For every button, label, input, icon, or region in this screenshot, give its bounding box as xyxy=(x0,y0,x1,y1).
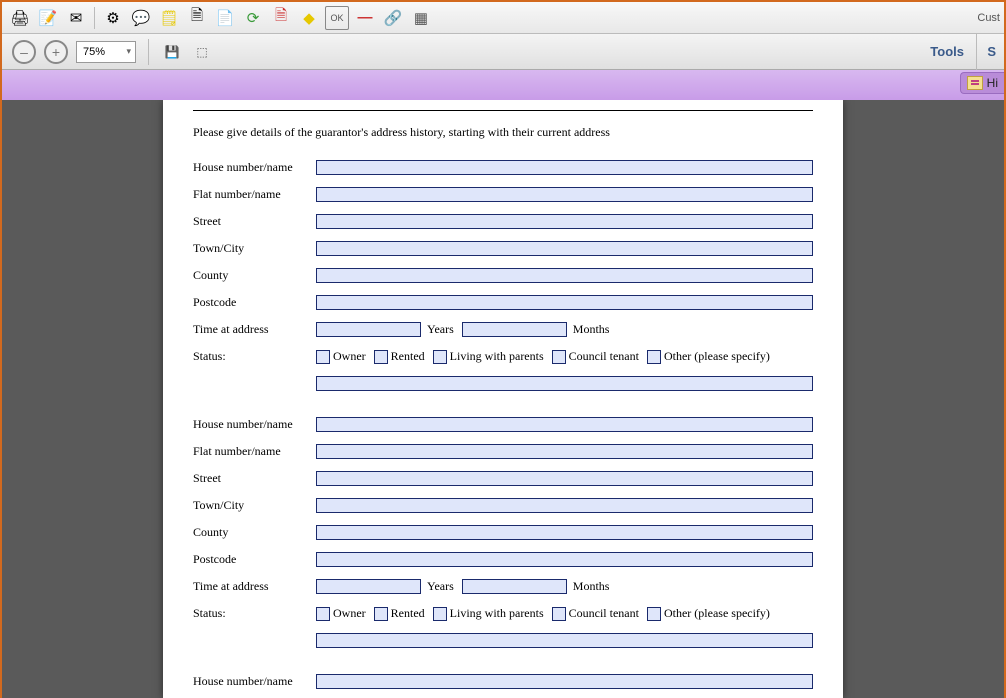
label-months-2: Months xyxy=(573,579,610,594)
opt-living: Living with parents xyxy=(450,349,544,364)
edit-icon[interactable]: 📝 xyxy=(36,6,60,30)
label-flat-2: Flat number/name xyxy=(193,444,316,459)
field-street-2[interactable] xyxy=(316,471,813,486)
field-other-specify-2[interactable] xyxy=(316,633,813,648)
label-town-2: Town/City xyxy=(193,498,316,513)
label-town: Town/City xyxy=(193,241,316,256)
field-months-2[interactable] xyxy=(462,579,567,594)
field-flat-2[interactable] xyxy=(316,444,813,459)
diamond-icon[interactable]: ◆ xyxy=(297,6,321,30)
checkbox-rented-1[interactable] xyxy=(374,350,388,364)
label-status-2: Status: xyxy=(193,606,316,621)
print-icon[interactable]: 🖨 xyxy=(8,6,32,30)
customize-label[interactable]: Cust xyxy=(977,12,1000,24)
highlight-icon xyxy=(967,76,983,90)
gear-icon[interactable]: ⚙ xyxy=(101,6,125,30)
field-months-1[interactable] xyxy=(462,322,567,337)
label-status: Status: xyxy=(193,349,316,364)
zoom-in-button[interactable]: + xyxy=(44,40,68,64)
document-viewer[interactable]: Please give details of the guarantor's a… xyxy=(2,100,1004,698)
label-county: County xyxy=(193,268,316,283)
checkbox-other-1[interactable] xyxy=(647,350,661,364)
opt-rented: Rented xyxy=(391,349,425,364)
label-time-2: Time at address xyxy=(193,579,316,594)
checkbox-owner-2[interactable] xyxy=(316,607,330,621)
message-bar: Hi xyxy=(2,70,1004,100)
highlight-label: Hi xyxy=(987,76,998,90)
checkbox-other-2[interactable] xyxy=(647,607,661,621)
pages-icon[interactable]: 📄 xyxy=(213,6,237,30)
opt-council: Council tenant xyxy=(569,349,639,364)
label-street: Street xyxy=(193,214,316,229)
opt-owner-2: Owner xyxy=(333,606,366,621)
minus-icon[interactable]: — xyxy=(353,6,377,30)
link-icon[interactable]: 🔗 xyxy=(381,6,405,30)
field-postcode-1[interactable] xyxy=(316,295,813,310)
field-county-2[interactable] xyxy=(316,525,813,540)
page-fit-icon[interactable]: ⬚ xyxy=(191,41,213,63)
field-years-1[interactable] xyxy=(316,322,421,337)
field-town-2[interactable] xyxy=(316,498,813,513)
comment-icon[interactable]: 💬 xyxy=(129,6,153,30)
zoom-value: 75% xyxy=(83,46,105,58)
field-house-2[interactable] xyxy=(316,417,813,432)
label-postcode: Postcode xyxy=(193,295,316,310)
opt-owner: Owner xyxy=(333,349,366,364)
sign-menu[interactable]: S xyxy=(976,34,996,70)
field-postcode-2[interactable] xyxy=(316,552,813,567)
refresh-icon[interactable]: ⟳ xyxy=(241,6,265,30)
field-years-2[interactable] xyxy=(316,579,421,594)
sub-toolbar: – + 75% 💾 ⬚ Tools S xyxy=(2,34,1004,70)
delete-page-icon[interactable]: 🗎 xyxy=(185,6,209,30)
table-icon[interactable]: ▦ xyxy=(409,6,433,30)
save-icon[interactable]: 💾 xyxy=(161,41,183,63)
zoom-out-button[interactable]: – xyxy=(12,40,36,64)
highlight-tab[interactable]: Hi xyxy=(960,72,1004,94)
main-toolbar: 🖨 📝 ✉ ⚙ 💬 🗒 🗎 📄 ⟳ 🗎 ◆ OK — 🔗 ▦ Cust xyxy=(2,2,1004,34)
pdf-page: Please give details of the guarantor's a… xyxy=(163,100,843,698)
opt-other: Other (please specify) xyxy=(664,349,770,364)
field-county-1[interactable] xyxy=(316,268,813,283)
field-house-1[interactable] xyxy=(316,160,813,175)
field-other-specify-1[interactable] xyxy=(316,376,813,391)
field-flat-1[interactable] xyxy=(316,187,813,202)
opt-council-2: Council tenant xyxy=(569,606,639,621)
opt-rented-2: Rented xyxy=(391,606,425,621)
tools-menu[interactable]: Tools xyxy=(930,44,964,59)
zoom-select[interactable]: 75% xyxy=(76,41,136,63)
label-months: Months xyxy=(573,322,610,337)
opt-living-2: Living with parents xyxy=(450,606,544,621)
checkbox-living-1[interactable] xyxy=(433,350,447,364)
checkbox-owner-1[interactable] xyxy=(316,350,330,364)
edit-form-icon[interactable]: 🗎 xyxy=(269,6,293,30)
intro-text: Please give details of the guarantor's a… xyxy=(193,125,813,140)
checkbox-living-2[interactable] xyxy=(433,607,447,621)
opt-other-2: Other (please specify) xyxy=(664,606,770,621)
label-postcode-2: Postcode xyxy=(193,552,316,567)
label-county-2: County xyxy=(193,525,316,540)
checkbox-rented-2[interactable] xyxy=(374,607,388,621)
label-time: Time at address xyxy=(193,322,316,337)
label-house-2: House number/name xyxy=(193,417,316,432)
checkbox-council-1[interactable] xyxy=(552,350,566,364)
label-years: Years xyxy=(427,322,454,337)
label-house-3: House number/name xyxy=(193,674,316,689)
sticky-note-icon[interactable]: 🗒 xyxy=(157,6,181,30)
label-flat: Flat number/name xyxy=(193,187,316,202)
field-house-3[interactable] xyxy=(316,674,813,689)
label-years-2: Years xyxy=(427,579,454,594)
mail-icon[interactable]: ✉ xyxy=(64,6,88,30)
label-street-2: Street xyxy=(193,471,316,486)
checkbox-council-2[interactable] xyxy=(552,607,566,621)
label-house: House number/name xyxy=(193,160,316,175)
ok-icon[interactable]: OK xyxy=(325,6,349,30)
field-town-1[interactable] xyxy=(316,241,813,256)
field-street-1[interactable] xyxy=(316,214,813,229)
